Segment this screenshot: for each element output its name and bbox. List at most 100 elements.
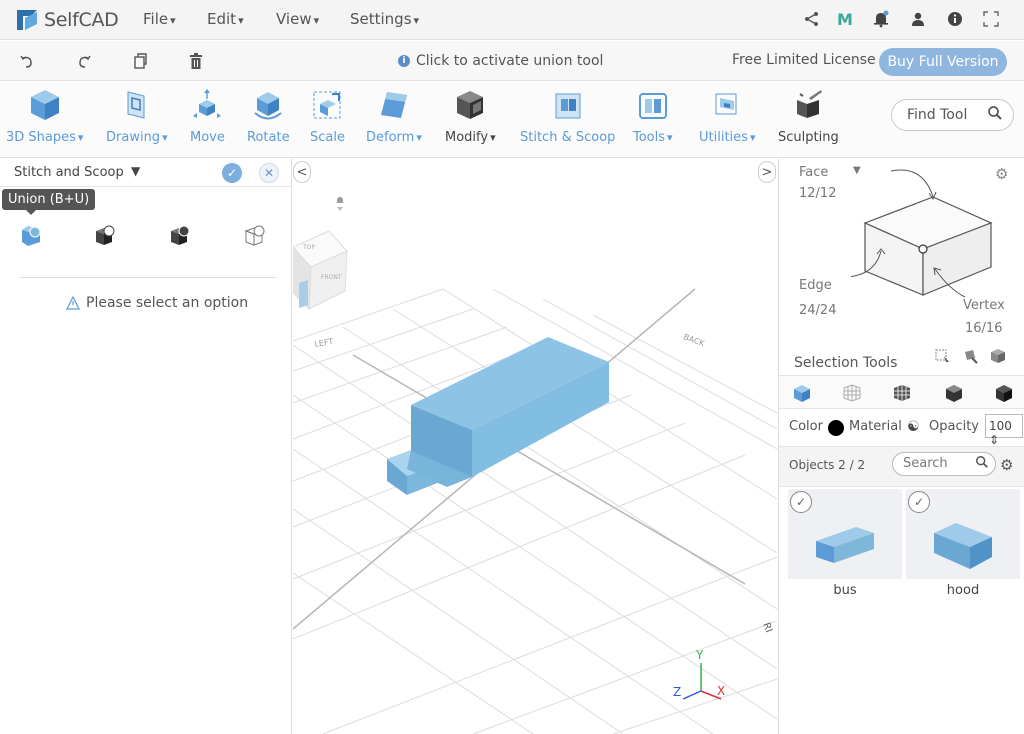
m-icon[interactable]: M [834,8,856,30]
objects-header: Objects 2 / 2 Search ⚙ [779,447,1024,487]
fullscreen-icon[interactable] [980,8,1002,30]
tool-label: Rotate [247,130,290,145]
user-icon[interactable] [907,8,929,30]
object-bus[interactable] [407,337,609,487]
notification-bell-icon[interactable] [870,8,892,30]
grid-right-label: RI [760,621,774,634]
appearance-row: Color Material ☯ Opacity 100 ⇕ [779,409,1024,447]
intersection-icon[interactable] [167,223,193,249]
face-mode-label[interactable]: Face [799,165,828,180]
confirm-button[interactable]: ✓ [222,163,242,183]
buy-full-version-button[interactable]: Buy Full Version [879,48,1007,76]
face-select-icon[interactable] [944,383,964,403]
checkbox-icon[interactable]: ✓ [790,491,812,513]
selection-tools-label: Selection Tools [794,355,898,371]
panel-dropdown-icon[interactable]: ▼ [131,164,140,178]
face-count: 12/12 [799,186,837,201]
opacity-input[interactable]: 100 ⇕ [985,414,1023,447]
tool-move[interactable]: Move [190,86,225,145]
menu-edit[interactable]: Edit [207,10,244,28]
menu-file[interactable]: File [143,10,176,28]
tools-icon [638,93,667,119]
subtraction-icon[interactable] [92,223,118,249]
tool-tools[interactable]: Tools [633,86,673,145]
redo-icon[interactable] [73,50,95,72]
selection-mode-row [779,375,1024,409]
tool-scale[interactable]: Scale [310,86,345,145]
object-card-hood[interactable]: ✓ hood [906,489,1020,603]
collapse-left-panel-button[interactable]: < [293,161,311,183]
collapse-right-panel-button[interactable]: > [758,161,776,183]
undo-icon[interactable] [16,50,38,72]
color-swatch[interactable] [828,420,844,436]
search-placeholder: Search [903,456,948,471]
tool-label: Tools [633,130,673,145]
select-box-icon[interactable] [934,348,952,364]
tool-label: Scale [310,130,345,145]
tool-stitch-scoop[interactable]: Stitch & Scoop [520,86,615,145]
3d-viewport[interactable]: TOP FRONT LEFT BACK RI Y X Z < > [293,159,777,734]
object-select-icon[interactable] [792,383,812,403]
grid-back-label: BACK [682,332,706,348]
axis-gizmo: Y X Z [673,648,725,700]
material-label[interactable]: Material [849,419,902,434]
delete-icon[interactable] [185,50,207,72]
tool-modify[interactable]: Modify [445,86,496,145]
opacity-label: Opacity [929,419,980,434]
solid-select-icon[interactable] [994,383,1014,403]
panel-header: Stitch and Scoop ▼ ✓ ✕ [0,159,292,187]
move-icon [193,89,222,118]
main-toolbar: 3D Shapes Drawing Move Rotate Scale Defo… [0,82,1024,158]
tool-deform[interactable]: Deform [366,86,422,145]
find-tool-input[interactable]: Find Tool [891,99,1014,131]
scene-canvas[interactable]: TOP FRONT LEFT BACK RI Y X Z [293,159,777,734]
tool-drawing[interactable]: Drawing [106,86,168,145]
object-card-bus[interactable]: ✓ bus [788,489,902,603]
license-label: Free Limited License [732,52,876,68]
tool-3d-shapes[interactable]: 3D Shapes [6,86,83,145]
select-paint-icon[interactable] [961,348,979,364]
vertex-select-icon[interactable] [842,383,862,403]
search-icon[interactable] [987,105,1003,125]
app-name: SelfCAD [44,9,119,31]
panel-message: Please select an option [66,295,248,311]
modify-icon [457,91,484,119]
tool-hint: i Click to activate union tool [398,53,603,69]
menu-settings[interactable]: Settings [350,10,419,28]
top-menu-bar: SelfCAD File Edit View Settings M [0,0,1024,40]
app-logo[interactable]: SelfCAD [14,6,119,34]
object-search-input[interactable]: Search [892,452,996,476]
stitch-scoop-panel: Stitch and Scoop ▼ ✓ ✕ Union (B+U) Pleas… [0,159,292,734]
opacity-value: 100 [989,419,1012,433]
info-icon[interactable] [944,8,966,30]
edge-select-icon[interactable] [892,383,912,403]
copy-icon[interactable] [129,50,151,72]
close-button[interactable]: ✕ [259,163,279,183]
selection-diagram [851,169,993,298]
light-icon[interactable] [336,196,344,211]
edge-label: Edge [799,278,832,293]
axis-y-label: Y [695,648,704,662]
select-all-icon[interactable] [989,348,1007,364]
edge-count: 24/24 [799,303,837,318]
objects-settings-icon[interactable]: ⚙ [1000,456,1013,474]
share-icon[interactable] [801,8,823,30]
tool-utilities[interactable]: Utilities [699,86,755,145]
scoop-icon[interactable] [242,223,268,249]
stitch-scoop-icon [555,93,581,119]
deform-icon [380,92,407,118]
search-icon[interactable] [975,455,989,473]
axis-x-label: X [717,684,725,698]
view-cube[interactable]: TOP FRONT [293,230,348,311]
tool-rotate[interactable]: Rotate [247,86,290,145]
menu-view[interactable]: View [276,10,319,28]
union-icon[interactable] [18,223,44,249]
checkbox-icon[interactable]: ✓ [908,491,930,513]
tool-label: Deform [366,130,422,145]
hood-thumbnail [934,523,992,569]
tool-label: Drawing [106,130,168,145]
tool-label: Move [190,130,225,145]
material-icon[interactable]: ☯ [907,419,920,435]
find-tool-placeholder: Find Tool [907,107,968,123]
tool-sculpting[interactable]: Sculpting [778,86,839,145]
